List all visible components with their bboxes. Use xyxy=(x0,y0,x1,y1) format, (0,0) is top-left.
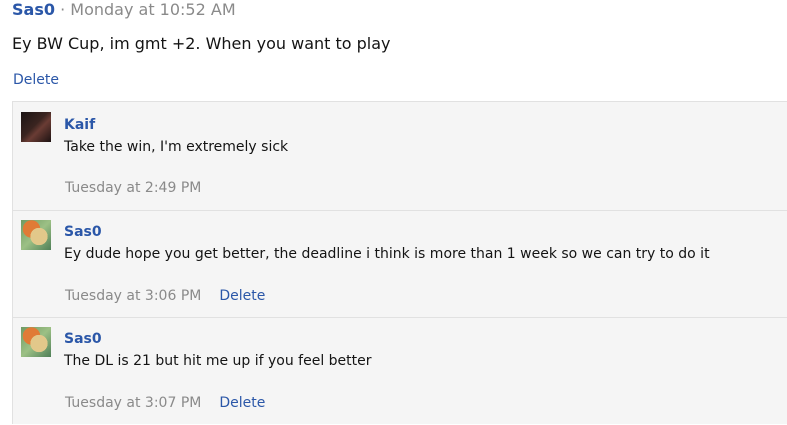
reply-message: The DL is 21 but hit me up if you feel b… xyxy=(64,353,372,369)
post-timestamp[interactable]: Monday at 10:52 AM xyxy=(70,0,235,19)
reply-author-link[interactable]: Sas0 xyxy=(64,223,102,241)
reply-thread: Kaif Take the win, I'm extremely sick Tu… xyxy=(12,101,787,424)
reply-timestamp[interactable]: Tuesday at 3:06 PM xyxy=(65,288,201,304)
reply-delete-link[interactable]: Delete xyxy=(219,288,265,304)
reply-meta: Tuesday at 3:06 PM Delete xyxy=(65,287,265,305)
reply-meta: Tuesday at 3:07 PM Delete xyxy=(65,394,265,412)
avatar[interactable] xyxy=(21,112,51,142)
post-author-link[interactable]: Sas0 xyxy=(12,0,55,19)
reply-item: Sas0 Ey dude hope you get better, the de… xyxy=(13,210,787,318)
reply-timestamp[interactable]: Tuesday at 3:07 PM xyxy=(65,395,201,411)
avatar[interactable] xyxy=(21,220,51,250)
reply-message: Ey dude hope you get better, the deadlin… xyxy=(64,246,710,262)
reply-author-link[interactable]: Kaif xyxy=(64,116,95,134)
reply-message: Take the win, I'm extremely sick xyxy=(64,139,289,155)
post-header: Sas0 · Monday at 10:52 AM xyxy=(12,0,236,20)
avatar[interactable] xyxy=(21,327,51,357)
post-delete-link[interactable]: Delete xyxy=(13,71,59,89)
reply-item: Sas0 The DL is 21 but hit me up if you f… xyxy=(13,317,787,425)
reply-meta: Tuesday at 2:49 PM xyxy=(65,179,201,197)
reply-author-link[interactable]: Sas0 xyxy=(64,330,102,348)
post-separator: · xyxy=(60,0,66,19)
post-message: Ey BW Cup, im gmt +2. When you want to p… xyxy=(12,34,391,53)
reply-delete-link[interactable]: Delete xyxy=(219,395,265,411)
reply-item: Kaif Take the win, I'm extremely sick Tu… xyxy=(13,102,787,210)
reply-timestamp[interactable]: Tuesday at 2:49 PM xyxy=(65,180,201,196)
